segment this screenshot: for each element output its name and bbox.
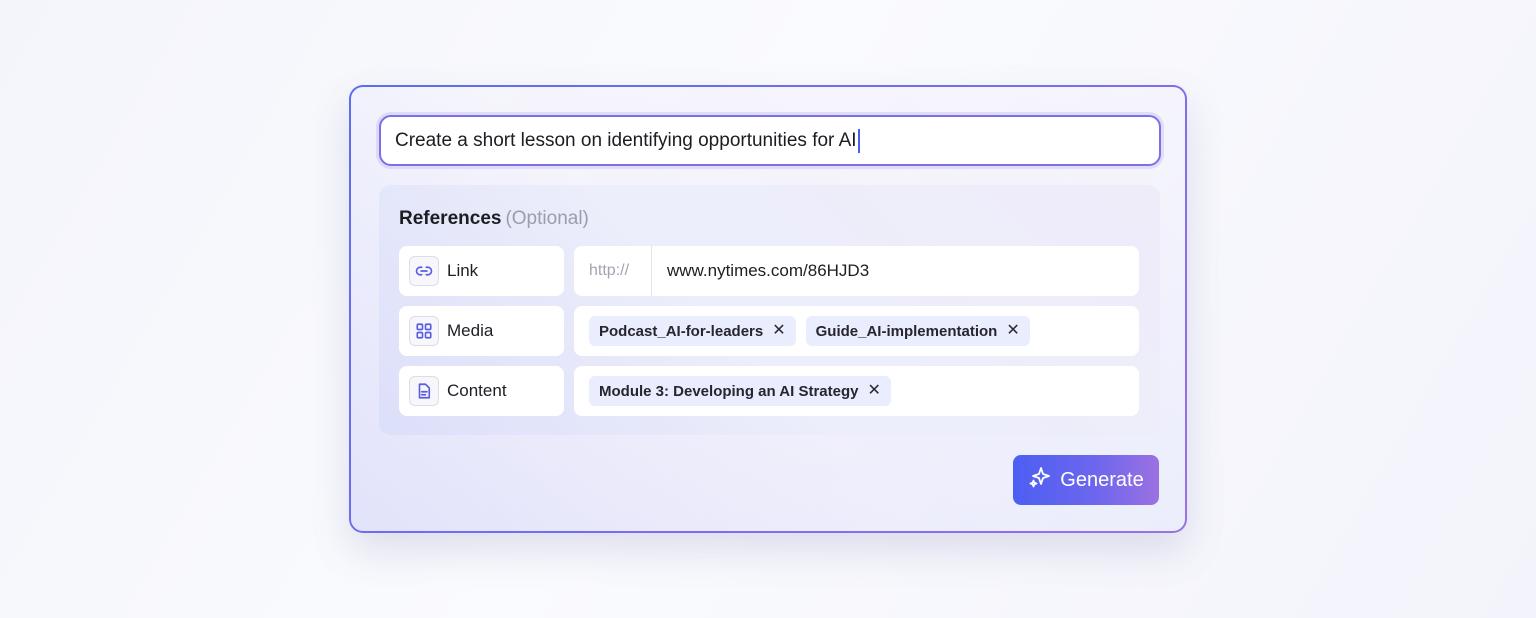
prompt-input[interactable]: Create a short lesson on identifying opp… — [379, 115, 1161, 166]
media-chip[interactable]: Guide_AI-implementation ✕ — [805, 316, 1030, 346]
chip-label: Podcast_AI-for-leaders — [599, 322, 764, 340]
link-field: http:// www.nytimes.com/86HJD3 — [574, 246, 1139, 296]
close-icon[interactable]: ✕ — [772, 323, 785, 339]
close-icon[interactable]: ✕ — [867, 383, 880, 399]
generate-label: Generate — [1060, 468, 1144, 491]
prompt-text: Create a short lesson on identifying opp… — [395, 129, 857, 151]
optional-label: (Optional) — [505, 208, 589, 229]
link-label: Link — [447, 261, 479, 280]
link-icon — [409, 256, 439, 286]
content-row-label[interactable]: Content — [399, 366, 564, 416]
references-title: References (Optional) — [399, 208, 589, 230]
link-url-input[interactable]: www.nytimes.com/86HJD3 — [652, 261, 869, 281]
document-icon — [409, 376, 439, 406]
content-label: Content — [447, 381, 507, 400]
content-field[interactable]: Module 3: Developing an AI Strategy ✕ — [574, 366, 1139, 416]
link-row-label[interactable]: Link — [399, 246, 564, 296]
sparkle-icon — [1028, 465, 1052, 495]
media-field[interactable]: Podcast_AI-for-leaders ✕ Guide_AI-implem… — [574, 306, 1139, 356]
close-icon[interactable]: ✕ — [1006, 323, 1019, 339]
chip-label: Module 3: Developing an AI Strategy — [599, 382, 859, 400]
generate-lesson-card: Create a short lesson on identifying opp… — [349, 85, 1187, 533]
media-label: Media — [447, 321, 494, 340]
references-panel: References (Optional) Link http:// www.ny… — [379, 185, 1160, 435]
media-chip[interactable]: Podcast_AI-for-leaders ✕ — [589, 316, 796, 346]
generate-button[interactable]: Generate — [1013, 455, 1159, 505]
text-caret — [857, 128, 860, 153]
chip-label: Guide_AI-implementation — [815, 322, 998, 340]
grid-icon — [409, 316, 439, 346]
url-prefix: http:// — [574, 246, 652, 296]
content-chip[interactable]: Module 3: Developing an AI Strategy ✕ — [589, 376, 891, 406]
media-row-label[interactable]: Media — [399, 306, 564, 356]
references-heading: References — [399, 208, 502, 229]
